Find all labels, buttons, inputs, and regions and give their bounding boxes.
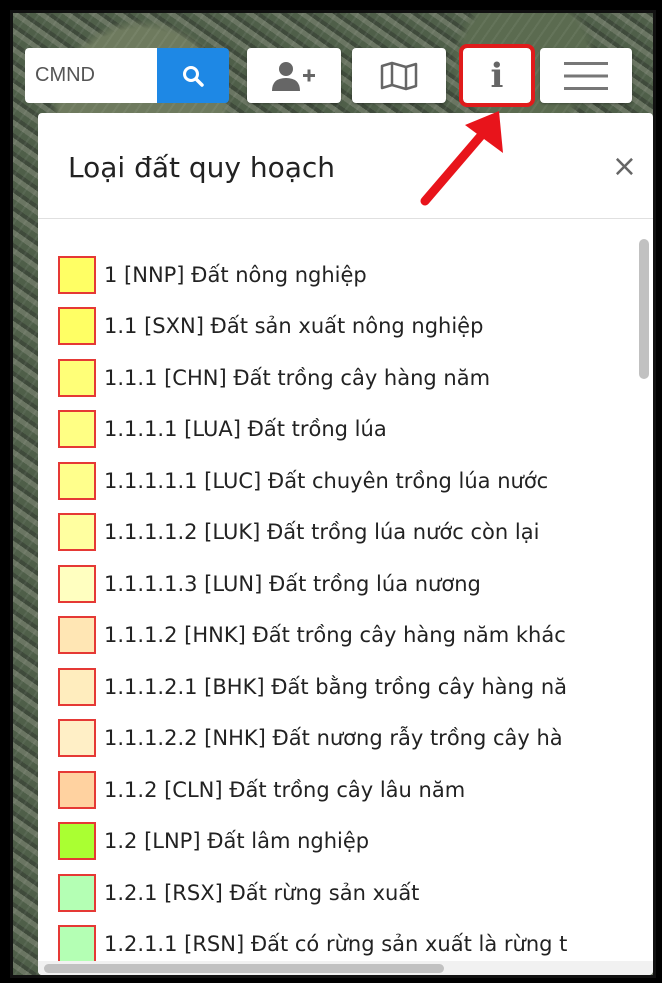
legend-item: 1 [NNP] Đất nông nghiệp: [58, 249, 638, 301]
screenshot-frame: i Loại đất quy hoạch × 1 [NNP] Đất nông …: [10, 10, 656, 978]
legend-item: 1.1.1.2.1 [BHK] Đất bằng trồng cây hàng …: [58, 661, 638, 713]
color-swatch: [58, 616, 96, 655]
color-swatch: [58, 255, 96, 294]
horizontal-scroll-track: [38, 961, 653, 975]
horizontal-scrollbar[interactable]: [44, 964, 444, 973]
color-swatch: [58, 770, 96, 809]
add-user-icon: [272, 61, 315, 91]
color-swatch: [58, 873, 96, 912]
info-button[interactable]: i: [459, 44, 535, 107]
legend-label: 1.1.1 [CHN] Đất trồng cây hàng năm: [104, 365, 491, 390]
color-swatch: [58, 461, 96, 500]
color-swatch: [58, 513, 96, 552]
add-user-button[interactable]: [247, 48, 341, 103]
legend-item: 1.2.1 [RSX] Đất rừng sản xuất: [58, 867, 638, 919]
search-icon: [183, 65, 204, 87]
legend-label: 1.1.1.2 [HNK] Đất trồng cây hàng năm khá…: [104, 623, 566, 648]
search-input[interactable]: [25, 48, 165, 103]
legend-label: 1.2.1 [RSX] Đất rừng sản xuất: [104, 880, 420, 905]
toolbar: i: [13, 13, 653, 123]
legend-list: 1 [NNP] Đất nông nghiệp 1.1 [SXN] Đất sản…: [58, 249, 638, 970]
color-swatch: [58, 667, 96, 706]
color-swatch: [58, 358, 96, 397]
legend-label: 1.1.1.1.1 [LUC] Đất chuyên trồng lúa nướ…: [104, 468, 549, 493]
legend-label: 1.1 [SXN] Đất sản xuất nông nghiệp: [104, 314, 484, 339]
legend-item: 1.1.1.1.3 [LUN] Đất trồng lúa nương: [58, 558, 638, 610]
info-icon: i: [490, 55, 504, 96]
legend-label: 1.1.1.1 [LUA] Đất trồng lúa: [104, 417, 387, 442]
map-button[interactable]: [352, 48, 446, 103]
close-icon[interactable]: ×: [612, 149, 637, 184]
color-swatch: [58, 822, 96, 861]
legend-panel: Loại đất quy hoạch × 1 [NNP] Đất nông ng…: [38, 113, 653, 975]
legend-item: 1.2 [LNP] Đất lâm nghiệp: [58, 816, 638, 868]
menu-button[interactable]: [540, 48, 632, 103]
panel-body[interactable]: 1 [NNP] Đất nông nghiệp 1.1 [SXN] Đất sản…: [38, 219, 653, 975]
legend-label: 1.1.2 [CLN] Đất trồng cây lâu năm: [104, 777, 466, 802]
panel-title: Loại đất quy hoạch: [68, 151, 336, 184]
legend-label: 1.2.1.1 [RSN] Đất có rừng sản xuất là rừ…: [104, 932, 568, 957]
legend-item: 1.1.1.2 [HNK] Đất trồng cây hàng năm khá…: [58, 610, 638, 662]
legend-item: 1.1.1 [CHN] Đất trồng cây hàng năm: [58, 352, 638, 404]
legend-label: 1.1.1.1.2 [LUK] Đất trồng lúa nước còn l…: [104, 520, 540, 545]
legend-label: 1 [NNP] Đất nông nghiệp: [104, 262, 367, 287]
legend-item: 1.1 [SXN] Đất sản xuất nông nghiệp: [58, 301, 638, 353]
map-icon: [380, 61, 418, 90]
legend-label: 1.1.1.2.2 [NHK] Đất nương rẫy trồng cây …: [104, 726, 563, 751]
color-swatch: [58, 564, 96, 603]
red-arrow-annotation: [420, 111, 503, 206]
legend-label: 1.2 [LNP] Đất lâm nghiệp: [104, 829, 370, 854]
legend-item: 1.1.1.2.2 [NHK] Đất nương rẫy trồng cây …: [58, 713, 638, 765]
vertical-scrollbar[interactable]: [639, 239, 649, 379]
legend-item: 1.1.1.1.1 [LUC] Đất chuyên trồng lúa nướ…: [58, 455, 638, 507]
search-button[interactable]: [157, 48, 229, 103]
hamburger-menu-icon: [564, 61, 608, 90]
color-swatch: [58, 925, 96, 964]
panel-header: Loại đất quy hoạch ×: [38, 113, 653, 219]
color-swatch: [58, 307, 96, 346]
legend-label: 1.1.1.1.3 [LUN] Đất trồng lúa nương: [104, 571, 481, 596]
legend-item: 1.1.1.1 [LUA] Đất trồng lúa: [58, 404, 638, 456]
legend-item: 1.1.1.1.2 [LUK] Đất trồng lúa nước còn l…: [58, 507, 638, 559]
legend-label: 1.1.1.2.1 [BHK] Đất bằng trồng cây hàng …: [104, 674, 567, 699]
color-swatch: [58, 410, 96, 449]
color-swatch: [58, 719, 96, 758]
legend-item: 1.1.2 [CLN] Đất trồng cây lâu năm: [58, 764, 638, 816]
